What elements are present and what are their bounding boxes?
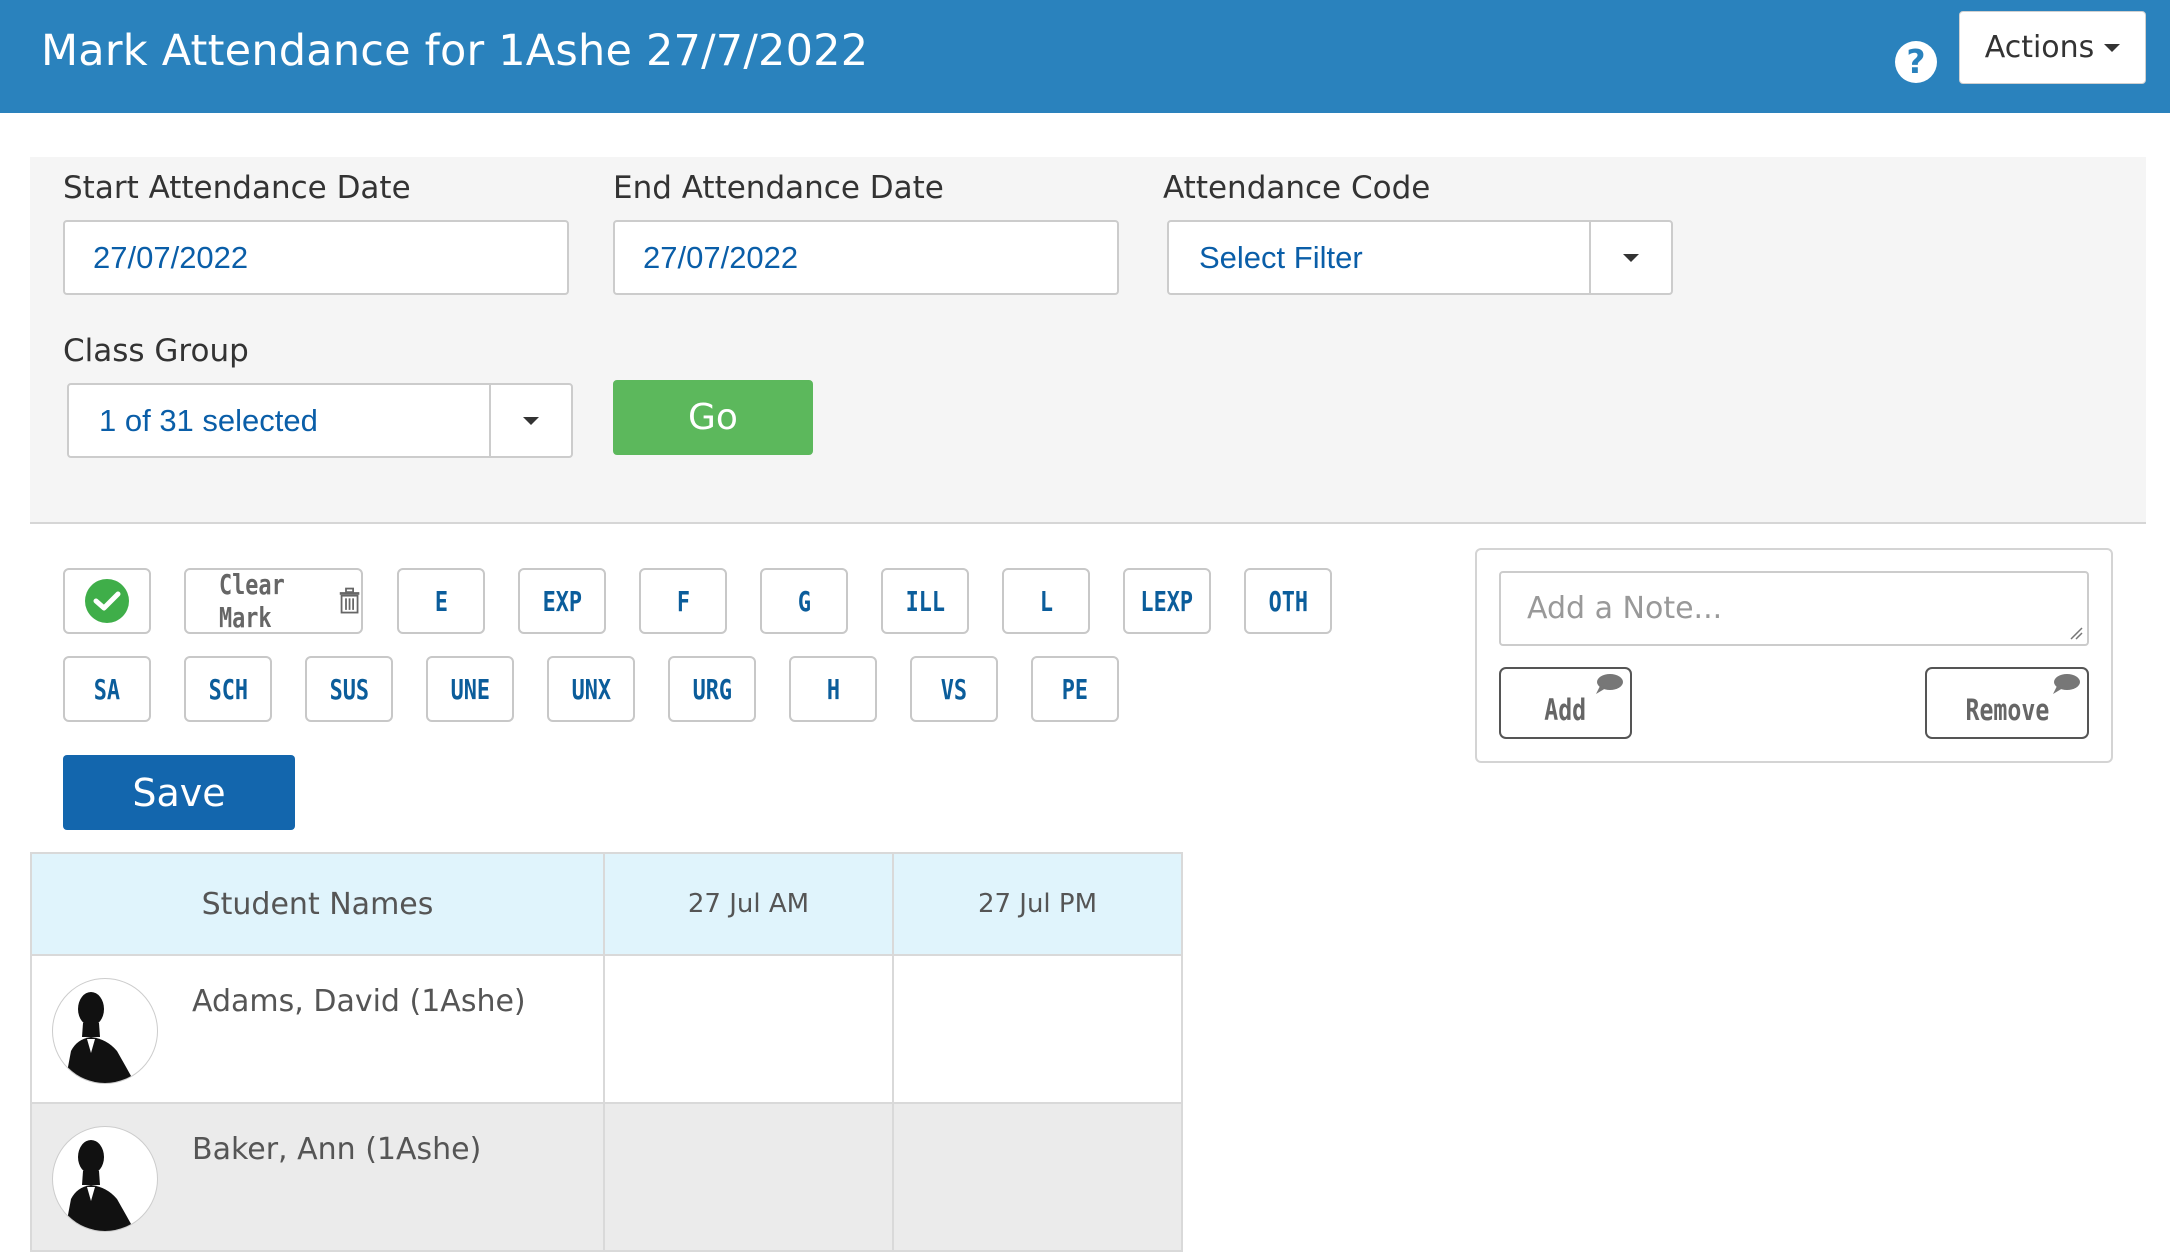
code-button-e[interactable]: E — [397, 568, 485, 634]
code-button-ill[interactable]: ILL — [881, 568, 969, 634]
code-label: EXP — [542, 584, 582, 618]
attendance-cell-pm[interactable] — [892, 1102, 1183, 1252]
class-group-value: 1 of 31 selected — [99, 402, 318, 438]
remove-note-label: Remove — [1965, 693, 2049, 727]
code-button-sus[interactable]: SUS — [305, 656, 393, 722]
speech-bubble-icon — [1596, 674, 1623, 694]
start-date-label: Start Attendance Date — [63, 170, 411, 206]
code-button-pe[interactable]: PE — [1031, 656, 1119, 722]
speech-bubble-icon — [2053, 674, 2080, 694]
code-button-sa[interactable]: SA — [63, 656, 151, 722]
add-note-button[interactable]: Add — [1499, 667, 1632, 739]
mark-present-button[interactable] — [63, 568, 151, 634]
clear-mark-button[interactable]: Clear Mark — [184, 568, 363, 634]
start-date-input[interactable]: 27/07/2022 — [63, 220, 569, 295]
code-label: UNE — [450, 672, 490, 706]
code-label: VS — [940, 672, 968, 706]
code-label: F — [676, 584, 690, 618]
code-label: PE — [1061, 672, 1089, 706]
add-note-label: Add — [1544, 693, 1587, 727]
note-panel: Add a Note... Add Remove — [1475, 548, 2113, 763]
code-label: URG — [692, 672, 732, 706]
column-header-student-names[interactable]: Student Names — [30, 852, 605, 956]
code-label: H — [826, 672, 840, 706]
code-label: SUS — [329, 672, 369, 706]
person-silhouette-icon — [65, 1140, 135, 1231]
code-button-une[interactable]: UNE — [426, 656, 514, 722]
dropdown-toggle[interactable] — [489, 385, 571, 456]
dropdown-toggle[interactable] — [1589, 222, 1671, 293]
code-label: SA — [93, 672, 121, 706]
code-label: UNX — [571, 672, 611, 706]
code-label: ILL — [905, 584, 945, 618]
resize-grip-icon[interactable] — [2069, 626, 2083, 640]
code-button-urg[interactable]: URG — [668, 656, 756, 722]
column-header-am[interactable]: 27 Jul AM — [603, 852, 894, 956]
code-label: E — [434, 584, 448, 618]
code-label: SCH — [208, 672, 248, 706]
code-button-sch[interactable]: SCH — [184, 656, 272, 722]
code-button-exp[interactable]: EXP — [518, 568, 606, 634]
student-name-cell: Adams, David (1Ashe) — [30, 954, 605, 1104]
class-group-select[interactable]: 1 of 31 selected — [67, 383, 573, 458]
table-header-row: Student Names 27 Jul AM 27 Jul PM — [30, 852, 1183, 956]
actions-label: Actions — [1984, 30, 2095, 65]
code-button-h[interactable]: H — [789, 656, 877, 722]
column-header-pm[interactable]: 27 Jul PM — [892, 852, 1183, 956]
actions-dropdown-button[interactable]: Actions — [1959, 11, 2146, 84]
attendance-code-value: Select Filter — [1199, 239, 1363, 275]
table-row: Baker, Ann (1Ashe) — [30, 1102, 1183, 1252]
attendance-table: Student Names 27 Jul AM 27 Jul PM Adams,… — [30, 852, 1183, 1252]
code-label: G — [797, 584, 811, 618]
code-button-lexp[interactable]: LEXP — [1123, 568, 1211, 634]
table-row: Adams, David (1Ashe) — [30, 954, 1183, 1104]
attendance-code-label: Attendance Code — [1163, 170, 1431, 206]
go-button[interactable]: Go — [613, 380, 813, 455]
attendance-code-select[interactable]: Select Filter — [1167, 220, 1673, 295]
clear-mark-label: Clear Mark — [218, 568, 285, 634]
student-name[interactable]: Baker, Ann (1Ashe) — [192, 1132, 481, 1167]
end-date-input[interactable]: 27/07/2022 — [613, 220, 1119, 295]
header-bar: Mark Attendance for 1Ashe 27/7/2022 ? Ac… — [0, 0, 2170, 113]
attendance-cell-am[interactable] — [603, 954, 894, 1104]
student-name-cell: Baker, Ann (1Ashe) — [30, 1102, 605, 1252]
attendance-cell-pm[interactable] — [892, 954, 1183, 1104]
code-button-oth[interactable]: OTH — [1244, 568, 1332, 634]
avatar — [52, 978, 158, 1084]
save-button[interactable]: Save — [63, 755, 295, 830]
code-label: L — [1039, 584, 1053, 618]
trash-icon — [339, 587, 360, 614]
caret-down-icon — [523, 416, 539, 425]
note-input[interactable]: Add a Note... — [1499, 571, 2089, 646]
caret-down-icon — [1623, 253, 1639, 262]
code-label: LEXP — [1140, 584, 1194, 618]
code-button-unx[interactable]: UNX — [547, 656, 635, 722]
person-silhouette-icon — [65, 992, 135, 1083]
filter-panel — [30, 157, 2146, 524]
code-button-l[interactable]: L — [1002, 568, 1090, 634]
code-button-g[interactable]: G — [760, 568, 848, 634]
remove-note-button[interactable]: Remove — [1925, 667, 2089, 739]
caret-down-icon — [2104, 43, 2121, 52]
end-date-label: End Attendance Date — [613, 170, 944, 206]
code-button-vs[interactable]: VS — [910, 656, 998, 722]
page-title: Mark Attendance for 1Ashe 27/7/2022 — [41, 26, 869, 76]
attendance-cell-am[interactable] — [603, 1102, 894, 1252]
avatar — [52, 1126, 158, 1232]
class-group-label: Class Group — [63, 333, 249, 369]
checkmark-icon — [85, 579, 129, 623]
code-button-f[interactable]: F — [639, 568, 727, 634]
student-name[interactable]: Adams, David (1Ashe) — [192, 984, 526, 1019]
code-label: OTH — [1268, 584, 1308, 618]
help-icon[interactable]: ? — [1895, 41, 1937, 83]
